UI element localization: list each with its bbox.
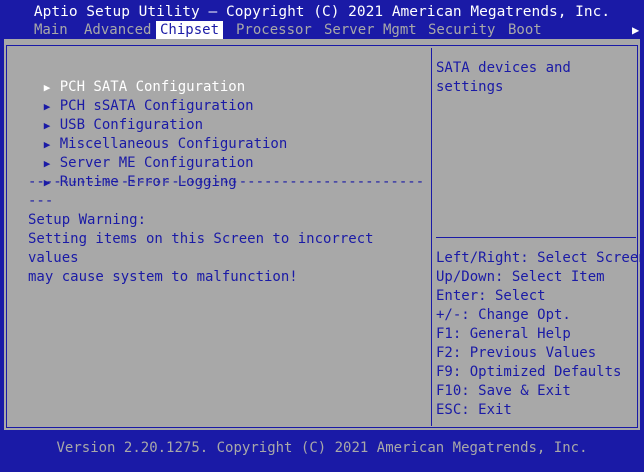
help-text: settings: [436, 79, 504, 95]
menu-item-server-me[interactable]: ▶ Server ME Configuration: [10, 135, 254, 171]
key-hint: Left/Right: Select Screen: [436, 250, 644, 266]
key-hint: F9: Optimized Defaults: [436, 364, 622, 380]
warning-text: values: [28, 250, 79, 266]
menu-item-pch-ssata[interactable]: ▶ PCH sSATA Configuration: [10, 78, 254, 114]
warning-text: Setting items on this Screen to incorrec…: [28, 231, 374, 247]
tab-main[interactable]: Main: [34, 21, 68, 39]
main-panel: ▶ PCH SATA Configuration ▶ PCH sSATA Confi…: [4, 39, 644, 430]
panel-divider: [431, 48, 432, 426]
help-text: SATA devices and: [436, 60, 571, 76]
tab-boot[interactable]: Boot: [508, 21, 542, 39]
window-title: Aptio Setup Utility – Copyright (C) 2021…: [33, 4, 611, 20]
tab-processor[interactable]: Processor: [236, 21, 312, 39]
separator-line: ---: [28, 193, 54, 209]
key-hint: ESC: Exit: [436, 402, 512, 418]
footer-version: Version 2.20.1275. Copyright (C) 2021 Am…: [56, 440, 588, 456]
tab-chipset[interactable]: Chipset: [156, 21, 224, 39]
key-hint: F1: General Help: [436, 326, 571, 342]
warning-text: may cause system to malfunction!: [28, 269, 298, 285]
warning-title: Setup Warning:: [28, 212, 147, 228]
key-hint: +/-: Change Opt.: [436, 307, 571, 323]
key-hint: Up/Down: Select Item: [436, 269, 605, 285]
menu-item-miscellaneous[interactable]: ▶ Miscellaneous Configuration: [10, 116, 288, 152]
tab-advanced[interactable]: Advanced: [84, 21, 151, 39]
key-hint: F10: Save & Exit: [436, 383, 571, 399]
tab-security[interactable]: Security: [428, 21, 495, 39]
tab-server-mgmt[interactable]: Server Mgmt: [324, 21, 417, 39]
menu-item-usb[interactable]: ▶ USB Configuration: [10, 97, 203, 133]
key-hint: Enter: Select: [436, 288, 546, 304]
menu-item-pch-sata[interactable]: ▶ PCH SATA Configuration: [10, 59, 245, 95]
tab-bar: Main Advanced Chipset Processor Server M…: [0, 21, 644, 39]
menu-item-runtime-error-logging[interactable]: ▶ Runtime Error Logging: [10, 154, 237, 190]
separator-line: ----------------------------------------…: [28, 174, 425, 190]
help-divider: [436, 237, 636, 238]
right-arrow-icon[interactable]: ▶: [632, 21, 639, 39]
key-hint: F2: Previous Values: [436, 345, 597, 361]
